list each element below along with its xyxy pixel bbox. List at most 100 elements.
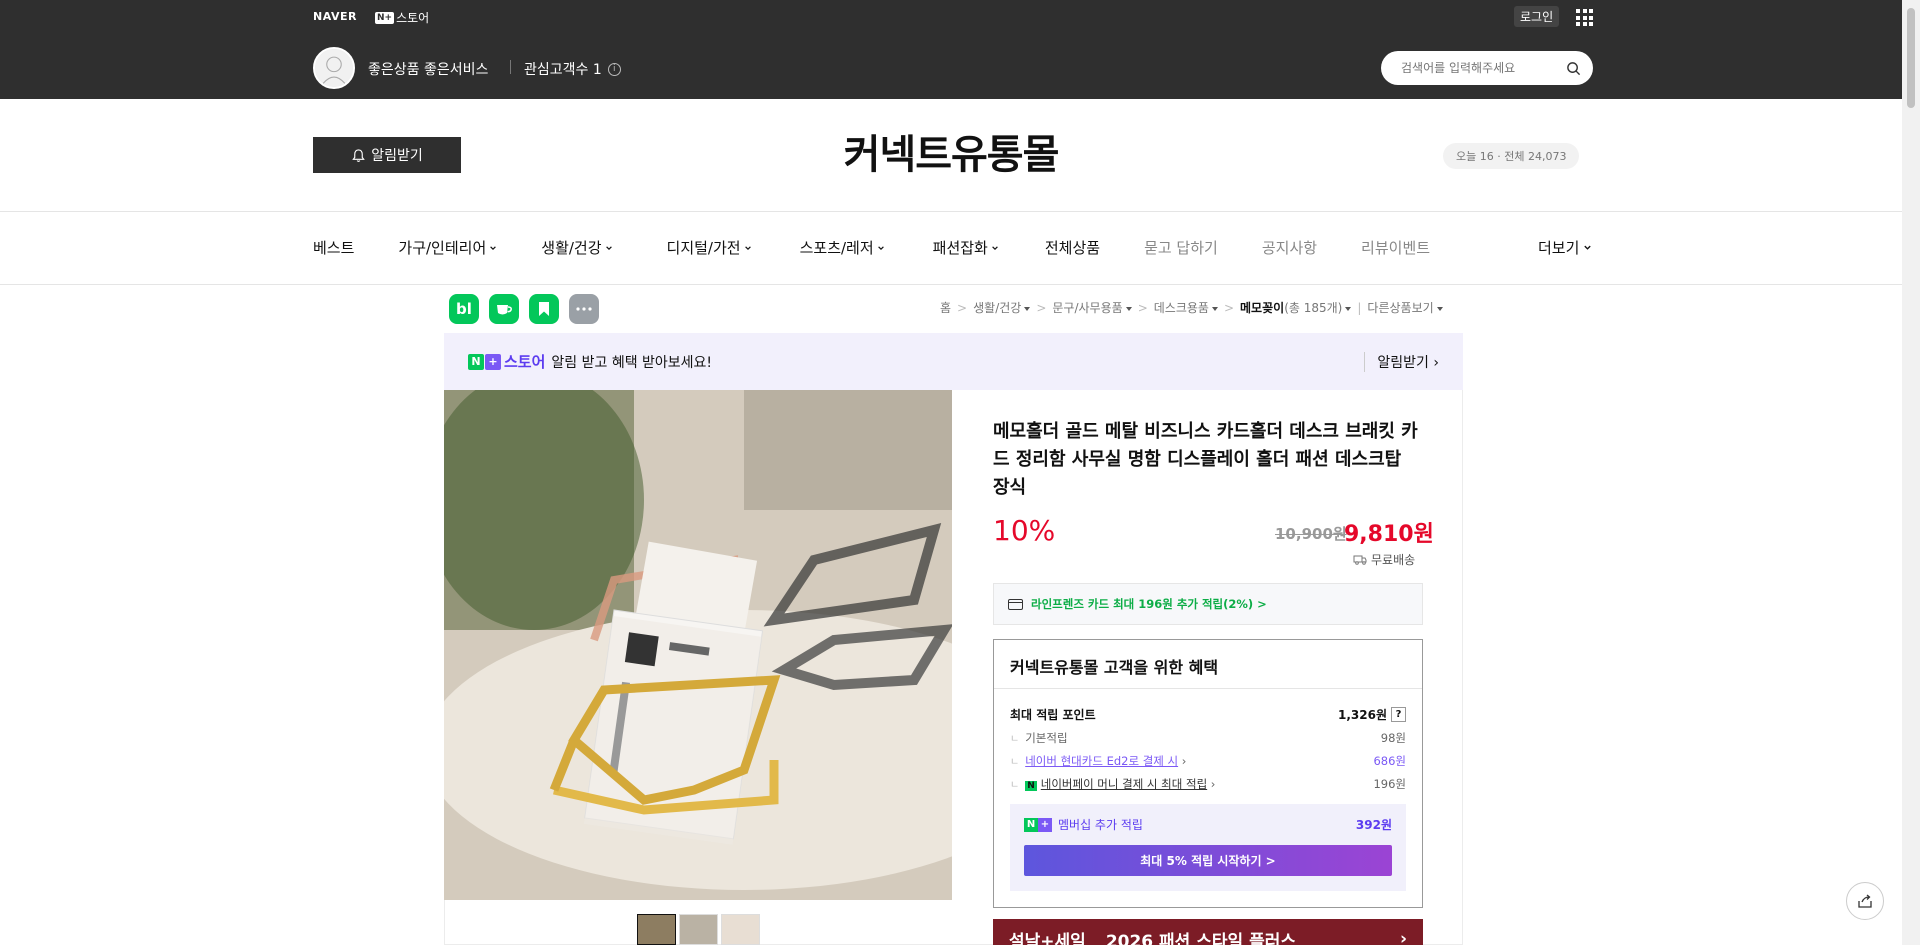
help-icon[interactable]: ? [1391, 707, 1406, 722]
max-points-value: 1,326원 [1338, 708, 1387, 722]
caret-icon [1345, 306, 1352, 311]
card-promo[interactable]: 라인프렌즈 카드 최대 196원 추가 적립(2%) > [993, 583, 1423, 625]
avatar-icon [315, 49, 353, 87]
caret-icon [1436, 306, 1443, 311]
pay-points-link[interactable]: N네이버페이 머니 결제 시 최대 적립 › [1010, 776, 1215, 792]
nav-item-label: 베스트 [313, 239, 355, 257]
page-scrollbar[interactable] [1902, 0, 1920, 945]
thumbnail-2[interactable] [679, 914, 718, 945]
apps-grid-icon[interactable] [1576, 9, 1593, 26]
divider [0, 211, 1902, 212]
bookmark-icon[interactable] [529, 294, 559, 324]
nav-item-label: 리뷰이벤트 [1361, 239, 1431, 257]
category-nav: 베스트 가구/인테리어 생활/건강 디지털/가전 스포츠/레저 패션잡화 전체상품 묻고 답하… [313, 237, 1430, 258]
benefit-title: 커넥트유통몰 고객을 위한 혜택 [994, 640, 1422, 689]
chevron-right-icon: › [1399, 929, 1407, 945]
scrollbar-thumb[interactable] [1907, 8, 1915, 108]
naver-n-icon: N [1024, 817, 1038, 832]
membership-label: 멤버십 추가 적립 [1058, 818, 1143, 832]
product-photo [444, 390, 952, 900]
chevron-down-icon [490, 245, 497, 250]
nav-item[interactable]: 묻고 답하기 [1144, 237, 1218, 258]
nav-item-label: 묻고 답하기 [1144, 239, 1218, 257]
nplus-box: N+ [375, 11, 395, 24]
info-icon[interactable]: i [607, 62, 621, 76]
store-avatar[interactable] [313, 47, 355, 89]
nav-more-button[interactable]: 더보기 [1538, 237, 1592, 258]
nplus-label: 스토어 [396, 11, 430, 25]
nav-item[interactable]: 가구/인테리어 [398, 237, 497, 258]
npay-icon: N [1025, 781, 1037, 791]
truck-icon [1353, 555, 1367, 565]
nav-item[interactable]: 스포츠/레저 [800, 237, 885, 258]
nav-item-label: 전체상품 [1044, 239, 1101, 257]
discount-rate: 10% [993, 514, 1056, 547]
event-banner[interactable]: 설날+세일 2026 패션 스타일 플러스 › [993, 919, 1423, 945]
breadcrumb-cat2[interactable]: 문구/사무용품 [1052, 299, 1132, 316]
store-description: 좋은상품 좋은서비스 [368, 62, 489, 78]
nav-more-label: 더보기 [1538, 239, 1580, 257]
caret-icon [1211, 306, 1218, 311]
basic-value: 98원 [1380, 731, 1406, 745]
cafe-share-icon[interactable] [489, 294, 519, 324]
dots-icon [576, 307, 592, 311]
blog-share-icon[interactable]: bl [449, 294, 479, 324]
card-points-link[interactable]: 네이버 현대카드 Ed2로 결제 시 › [1010, 753, 1186, 769]
promo-message: 알림 받고 혜택 받아보세요! [551, 354, 713, 371]
banner-right: 2026 패션 스타일 플러스 [1105, 931, 1297, 945]
caret-icon [1125, 306, 1132, 311]
blog-label: bl [456, 300, 472, 318]
breadcrumb-cat3[interactable]: 데스크용품 [1154, 299, 1218, 316]
search-input[interactable] [1401, 61, 1561, 75]
pay-points-value: 196원 [1373, 777, 1406, 791]
interest-label: 관심고객수 1 [524, 62, 602, 78]
sale-price: 9,810원 [1344, 522, 1434, 547]
search-icon[interactable] [1566, 61, 1581, 76]
nav-item[interactable]: 공지사항 [1262, 237, 1317, 258]
nav-item[interactable]: 전체상품 [1045, 237, 1100, 258]
pay-points-row: N네이버페이 머니 결제 시 최대 적립 › 196원 [1010, 776, 1406, 792]
card-points-value: 686원 [1373, 754, 1406, 768]
naver-logo[interactable]: NAVER [313, 10, 357, 23]
nav-item-label: 공지사항 [1261, 239, 1318, 257]
share-button[interactable] [1846, 882, 1884, 920]
chevron-down-icon [1584, 245, 1592, 250]
max-points-label: 최대 적립 포인트 [1010, 708, 1096, 722]
breadcrumb-home[interactable]: 홈 [940, 299, 951, 316]
membership-value: 392원 [1355, 818, 1392, 832]
card-points-row: 네이버 현대카드 Ed2로 결제 시 › 686원 [1010, 753, 1406, 769]
store-title[interactable]: 커넥트유통몰 [0, 122, 1902, 180]
breadcrumb-other[interactable]: 다른상품보기 [1367, 299, 1443, 316]
caret-icon [1024, 306, 1031, 311]
product-thumbnails [637, 914, 760, 945]
basic-label: 기본적립 [1010, 730, 1067, 746]
nplus-store-logo[interactable]: N+ 스토어 [375, 9, 429, 26]
product-title: 메모홀더 골드 메탈 비즈니스 카드홀더 데스크 브래킷 카드 정리함 사무실 … [993, 421, 1418, 498]
breadcrumb-cat4[interactable]: 메모꽂이(총 185개) [1240, 299, 1352, 316]
nav-item[interactable]: 리뷰이벤트 [1361, 237, 1430, 258]
login-button[interactable]: 로그인 [1514, 6, 1560, 27]
nav-item[interactable]: 패션잡화 [933, 237, 999, 258]
naver-n-icon: N [468, 353, 484, 370]
max-points-row: 최대 적립 포인트 1,326원 ? [1010, 706, 1406, 723]
more-options-icon[interactable] [569, 294, 599, 324]
nav-item[interactable]: 베스트 [313, 237, 354, 258]
plus-icon: + [1038, 817, 1052, 832]
shipping-info: 무료배송 [1353, 551, 1415, 568]
benefit-box: 커넥트유통몰 고객을 위한 혜택 최대 적립 포인트 1,326원 ? 기본적립… [993, 639, 1423, 908]
divider [510, 60, 511, 74]
promo-alarm-link[interactable]: 알림받기 › [1364, 351, 1439, 372]
thumbnail-1[interactable] [637, 914, 676, 945]
promo-banner[interactable]: N + 스토어 알림 받고 혜택 받아보세요! 알림받기 › [444, 333, 1463, 390]
thumbnail-3[interactable] [721, 914, 760, 945]
nav-item[interactable]: 생활/건강 [541, 237, 612, 258]
nav-item[interactable]: 디지털/가전 [667, 237, 752, 258]
breadcrumb-cat1[interactable]: 생활/건강 [973, 299, 1031, 316]
nav-item-label: 가구/인테리어 [398, 239, 487, 257]
divider [0, 284, 1902, 285]
breadcrumb: 홈 > 생활/건강 > 문구/사무용품 > 데스크용품 > 메모꽂이(총 185… [940, 299, 1443, 316]
share-icon [1858, 894, 1872, 908]
membership-start-button[interactable]: 최대 5% 적립 시작하기 > [1024, 845, 1392, 876]
basic-points-row: 기본적립 98원 [1010, 730, 1406, 746]
product-main-image[interactable] [444, 390, 952, 900]
